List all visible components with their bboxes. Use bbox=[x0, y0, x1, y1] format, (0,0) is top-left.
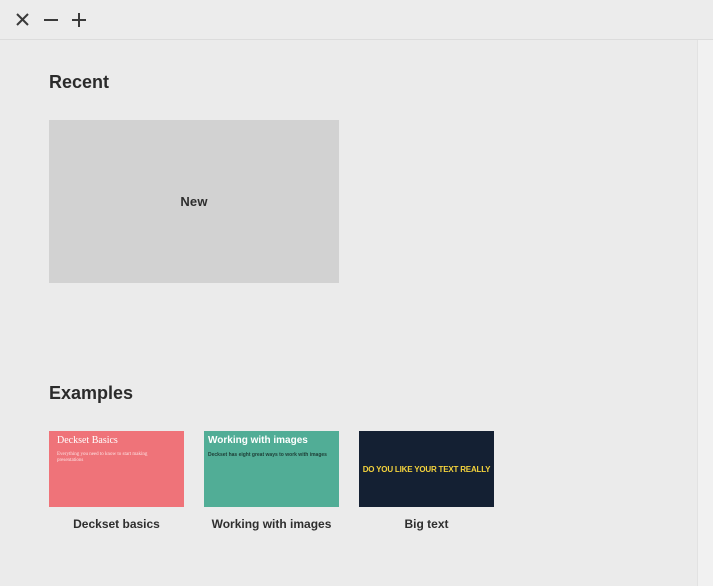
thumbnail-title: Deckset Basics bbox=[57, 435, 118, 446]
thumbnail-subtitle: Deckset has eight great ways to work wit… bbox=[208, 452, 327, 458]
close-icon[interactable] bbox=[13, 10, 33, 30]
example-working-with-images[interactable]: Working with images Deckset has eight gr… bbox=[204, 431, 339, 531]
example-caption: Big text bbox=[404, 517, 449, 531]
recent-heading: Recent bbox=[49, 72, 110, 92]
app-window: Recent New Examples Deckset Basics Every… bbox=[0, 0, 713, 586]
example-thumbnail: Deckset Basics Everything you need to kn… bbox=[49, 431, 184, 507]
thumbnail-subtitle: Everything you need to know to start mak… bbox=[57, 452, 148, 463]
example-thumbnail: DO YOU LIKE YOUR TEXT REALLY bbox=[359, 431, 494, 507]
example-big-text[interactable]: DO YOU LIKE YOUR TEXT REALLY Big text bbox=[359, 431, 494, 531]
examples-heading: Examples bbox=[49, 383, 134, 403]
example-caption: Deckset basics bbox=[73, 517, 160, 531]
example-deckset-basics[interactable]: Deckset Basics Everything you need to kn… bbox=[49, 431, 184, 531]
scrollbar[interactable] bbox=[697, 40, 713, 586]
maximize-icon[interactable] bbox=[69, 10, 89, 30]
new-presentation-button[interactable]: New bbox=[49, 120, 339, 283]
new-label: New bbox=[180, 194, 208, 209]
minimize-icon[interactable] bbox=[41, 10, 61, 30]
thumbnail-title: Working with images bbox=[208, 435, 308, 446]
example-thumbnail: Working with images Deckset has eight gr… bbox=[204, 431, 339, 507]
title-bar bbox=[0, 0, 713, 40]
thumbnail-title: DO YOU LIKE YOUR TEXT REALLY bbox=[362, 464, 491, 474]
example-caption: Working with images bbox=[211, 517, 332, 531]
